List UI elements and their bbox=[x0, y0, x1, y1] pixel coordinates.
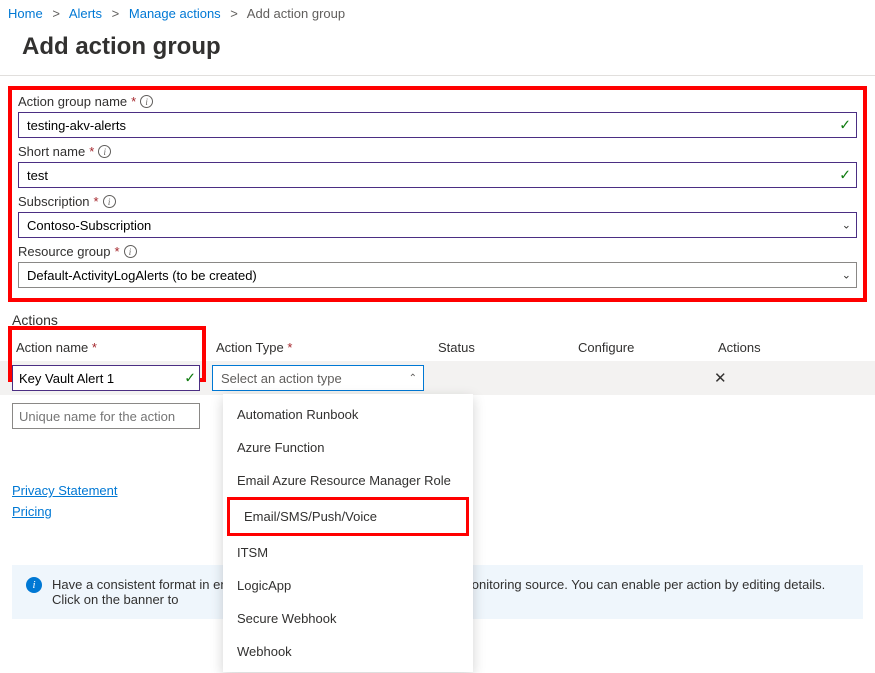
required-mark: * bbox=[287, 340, 292, 355]
resource-group-select[interactable] bbox=[18, 262, 857, 288]
action-group-name-label: Action group name bbox=[18, 94, 127, 109]
checkmark-icon: ✓ bbox=[839, 167, 851, 184]
info-icon[interactable]: i bbox=[103, 195, 116, 208]
action-type-placeholder: Select an action type bbox=[221, 371, 342, 386]
action-type-select[interactable]: Select an action type ⌃ bbox=[212, 365, 424, 391]
chevron-right-icon: > bbox=[52, 6, 60, 21]
dropdown-item-email-sms-push-voice[interactable]: Email/SMS/Push/Voice bbox=[227, 497, 469, 536]
col-actions: Actions bbox=[714, 334, 863, 361]
col-status: Status bbox=[434, 334, 574, 361]
breadcrumb-alerts[interactable]: Alerts bbox=[69, 6, 102, 21]
checkmark-icon: ✓ bbox=[184, 370, 196, 387]
breadcrumb: Home > Alerts > Manage actions > Add act… bbox=[0, 0, 875, 27]
delete-row-button[interactable]: ✕ bbox=[714, 370, 727, 387]
breadcrumb-home[interactable]: Home bbox=[8, 6, 43, 21]
dropdown-item-secure-webhook[interactable]: Secure Webhook bbox=[223, 602, 473, 635]
required-mark: * bbox=[89, 144, 94, 159]
info-icon[interactable]: i bbox=[124, 245, 137, 258]
subscription-label: Subscription bbox=[18, 194, 90, 209]
dropdown-item-email-arm-role[interactable]: Email Azure Resource Manager Role bbox=[223, 464, 473, 497]
resource-group-label: Resource group bbox=[18, 244, 111, 259]
col-configure: Configure bbox=[574, 334, 714, 361]
info-icon: i bbox=[26, 577, 42, 593]
subscription-select[interactable] bbox=[18, 212, 857, 238]
required-mark: * bbox=[115, 244, 120, 259]
divider bbox=[0, 75, 875, 76]
highlight-box-fields: Action group name * i ✓ Short name * i ✓ bbox=[8, 86, 867, 302]
required-mark: * bbox=[92, 340, 97, 355]
required-mark: * bbox=[94, 194, 99, 209]
short-name-label: Short name bbox=[18, 144, 85, 159]
dropdown-item-itsm[interactable]: ITSM bbox=[223, 536, 473, 569]
chevron-right-icon: > bbox=[112, 6, 120, 21]
info-icon[interactable]: i bbox=[98, 145, 111, 158]
action-type-dropdown: Automation Runbook Azure Function Email … bbox=[223, 394, 473, 672]
chevron-up-icon: ⌃ bbox=[409, 373, 417, 384]
checkmark-icon: ✓ bbox=[839, 117, 851, 134]
dropdown-item-webhook[interactable]: Webhook bbox=[223, 635, 473, 668]
short-name-input[interactable] bbox=[18, 162, 857, 188]
action-group-name-input[interactable] bbox=[18, 112, 857, 138]
breadcrumb-current: Add action group bbox=[247, 6, 345, 21]
page-title: Add action group bbox=[0, 27, 875, 75]
col-action-name: Action name bbox=[16, 340, 88, 355]
dropdown-item-logicapp[interactable]: LogicApp bbox=[223, 569, 473, 602]
chevron-right-icon: > bbox=[230, 6, 238, 21]
dropdown-item-azure-function[interactable]: Azure Function bbox=[223, 431, 473, 464]
required-mark: * bbox=[131, 94, 136, 109]
info-icon[interactable]: i bbox=[140, 95, 153, 108]
dropdown-item-automation-runbook[interactable]: Automation Runbook bbox=[223, 398, 473, 431]
action-name-input-new[interactable] bbox=[12, 403, 200, 429]
col-action-type: Action Type bbox=[216, 340, 284, 355]
action-name-input[interactable] bbox=[12, 365, 200, 391]
breadcrumb-manage-actions[interactable]: Manage actions bbox=[129, 6, 221, 21]
actions-heading: Actions bbox=[0, 308, 875, 334]
